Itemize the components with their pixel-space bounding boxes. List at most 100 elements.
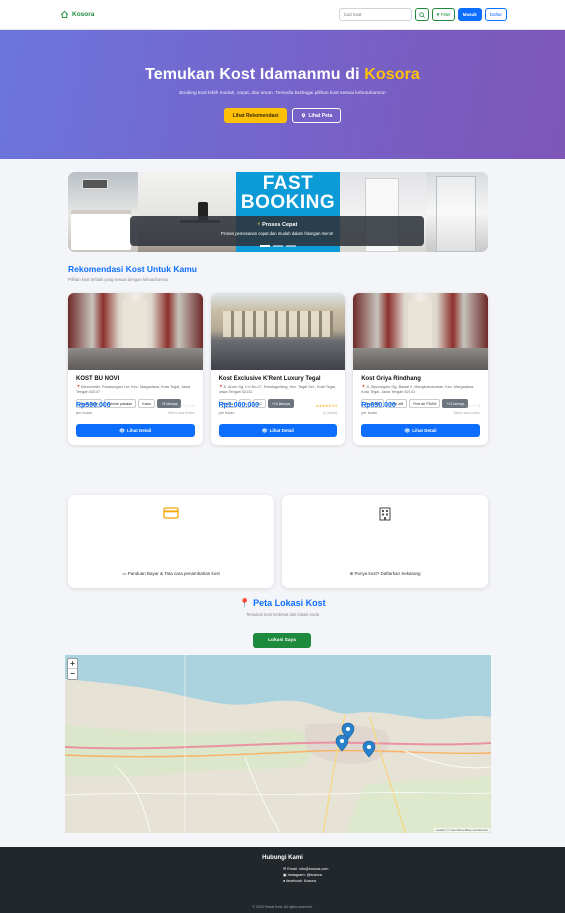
kost-card: KOST BU NOVI 📍Kebonmiter, Panarungan Lor… xyxy=(68,293,203,445)
view-detail-label: Lihat Detail xyxy=(127,428,152,433)
caption-text: Proses pemesanan cepat dan mudah dalam h… xyxy=(221,231,333,236)
payment-guide-label: Panduan Bayar & Tata cara penambahan kos… xyxy=(127,571,220,576)
star-rating: ☆☆☆☆☆ 0 xyxy=(461,404,480,408)
register-button[interactable]: Daftar xyxy=(484,8,507,21)
kost-address: 📍Kebonmiter, Panarungan Lor, Kec. Margad… xyxy=(76,385,195,395)
recommendations-title: Rekomendasi Kost Untuk Kamu xyxy=(68,264,197,274)
contact-instagram-text: Instagram: @kosora xyxy=(287,873,322,878)
banner-line-1: FAST xyxy=(262,173,314,194)
login-button[interactable]: Masuk xyxy=(457,8,482,21)
facebook-icon: ● xyxy=(283,879,286,884)
filter-icon xyxy=(435,13,440,16)
more-facilities-tag: +10 lainnya xyxy=(267,399,294,408)
payment-guide-card[interactable]: ▭ Panduan Bayar & Tata cara penambahan k… xyxy=(68,495,274,588)
lightning-icon: ⚡ xyxy=(256,222,261,228)
kost-price: Rp500.000 xyxy=(76,402,111,409)
map-pin-icon: 📍 xyxy=(239,598,251,608)
kost-name: Kost Exclusive K'Rent Luxury Tegal xyxy=(218,376,321,382)
price-period: per bulan xyxy=(218,411,235,415)
carousel-slide-bathroom xyxy=(426,172,488,252)
map-pin-icon xyxy=(302,113,306,118)
hero-title-prefix: Temukan Kost Idamanmu di xyxy=(145,66,365,83)
kost-name: KOST BU NOVI xyxy=(76,376,120,382)
kost-photo[interactable] xyxy=(210,293,346,370)
credit-card-icon xyxy=(163,507,179,519)
map-section-title: 📍 Peta Lokasi Kost xyxy=(0,598,565,609)
hero-subtitle: Booking kost lebih mudah, cepat, dan ama… xyxy=(179,91,386,96)
view-map-button[interactable]: Lihat Peta xyxy=(292,108,342,123)
kost-address-text: Jl. Arum Gg. II Ir.No.27, Randugunting, … xyxy=(218,385,336,394)
contact-email-text: Email: info@kosora.com xyxy=(287,867,329,871)
search-input[interactable] xyxy=(338,8,412,21)
map-section-subtitle: Temukan kost terdekat dari lokasi Anda xyxy=(246,612,319,617)
kost-card: Kost Griya Rindhang 📍Jl. Diponegoro Gg. … xyxy=(353,293,488,445)
zoom-in-button[interactable]: + xyxy=(68,659,77,669)
map-title-text: Peta Lokasi Kost xyxy=(253,598,326,608)
hero-actions: Lihat Rekomendasi Lihat Peta xyxy=(0,108,565,123)
kost-address: 📍Jl. Arum Gg. II Ir.No.27, Randugunting,… xyxy=(219,385,338,395)
email-icon: ✉ xyxy=(283,867,287,871)
shower-image xyxy=(436,176,476,252)
kost-card: Kost Exclusive K'Rent Luxury Tegal 📍Jl. … xyxy=(210,293,346,445)
carousel-indicator[interactable] xyxy=(260,245,270,247)
facility-tag: Free air PDAM xyxy=(409,399,441,408)
wall-frame xyxy=(82,179,108,189)
footer: Hubungi Kami ✉ Email: info@kosora.com ▣ … xyxy=(0,847,565,913)
review-count: Belum ada review xyxy=(453,411,480,415)
map-attribution[interactable]: Leaflet | © OpenStreetMap contributors xyxy=(433,828,490,832)
eye-icon: 👁 xyxy=(404,427,411,433)
star-rating: ☆☆☆☆☆ 0 xyxy=(175,404,195,408)
register-kost-card[interactable]: ⊕ Punya kost? Daftarkan Sekarang xyxy=(282,495,488,588)
filter-button[interactable]: Filter xyxy=(431,8,455,21)
hero-banner: Temukan Kost Idamanmu di Kosora Booking … xyxy=(0,30,565,159)
view-recommendations-button[interactable]: Lihat Rekomendasi xyxy=(223,108,288,123)
search-icon xyxy=(419,11,425,18)
brand-logo[interactable]: Kosora xyxy=(60,10,94,19)
instagram-icon: ▣ xyxy=(283,873,287,878)
star-rating: ★★★★★ 5.0 xyxy=(315,404,338,408)
caption-title-text: Proses Cepat xyxy=(262,222,298,228)
view-map-label: Lihat Peta xyxy=(308,112,333,119)
view-detail-button[interactable]: 👁 Lihat Detail xyxy=(361,424,480,437)
caption-title: ⚡ Proses Cepat xyxy=(130,222,424,228)
kost-address-text: Jl. Diponegoro Gg. Bawal 2, Mangkukusuma… xyxy=(361,385,475,394)
carousel-indicator[interactable] xyxy=(286,245,296,247)
hero-title-accent: Kosora xyxy=(364,66,420,83)
nav-actions: Filter Masuk Daftar xyxy=(338,8,507,21)
map-tiles xyxy=(65,655,491,833)
view-detail-label: Lihat Detail xyxy=(269,428,294,433)
map-zoom-control: + − xyxy=(67,658,78,680)
filter-label: Filter xyxy=(440,12,451,17)
contact-list: ✉ Email: info@kosora.com ▣ Instagram: @k… xyxy=(283,866,328,885)
zoom-out-button[interactable]: − xyxy=(68,669,77,679)
price-period: per bulan xyxy=(361,411,378,415)
kost-price: Rp1.000.000 xyxy=(218,402,260,409)
review-count: Belum ada review xyxy=(168,411,195,415)
carousel-indicator[interactable] xyxy=(273,245,283,247)
kost-map[interactable]: + − Leaflet | © OpenStreetMap contributo… xyxy=(65,655,491,833)
kost-address-text: Kebonmiter, Panarungan Lor, Kec. Margada… xyxy=(76,385,191,394)
hero-title: Temukan Kost Idamanmu di Kosora xyxy=(0,66,565,84)
view-detail-button[interactable]: 👁 Lihat Detail xyxy=(218,424,338,437)
review-count: (1 review) xyxy=(322,411,338,415)
kost-photo[interactable] xyxy=(353,293,488,370)
contact-facebook[interactable]: ● facebook: Kosora xyxy=(283,878,328,884)
payment-guide-text: ▭ Panduan Bayar & Tata cara penambahan k… xyxy=(122,571,220,576)
kost-card-list: KOST BU NOVI 📍Kebonmiter, Panarungan Lor… xyxy=(68,293,488,445)
kost-photo[interactable] xyxy=(68,293,203,370)
eye-icon: 👁 xyxy=(261,427,268,433)
footer-heading: Hubungi Kami xyxy=(262,855,303,861)
register-kost-text: ⊕ Punya kost? Daftarkan Sekarang xyxy=(349,571,421,576)
carousel-indicators xyxy=(68,245,488,247)
my-location-button[interactable]: Lokasi Saya xyxy=(253,633,311,648)
view-detail-label: Lihat Detail xyxy=(412,428,437,433)
recommendations-subtitle: Pilihan kost terbaik yang sesuai dengan … xyxy=(68,277,169,282)
kost-address: 📍Jl. Diponegoro Gg. Bawal 2, Mangkukusum… xyxy=(361,385,480,395)
home-icon xyxy=(60,10,69,19)
contact-facebook-text: facebook: Kosora xyxy=(286,879,316,884)
promo-carousel[interactable]: FAST BOOKING ⚡ Proses Cepat Proses pemes… xyxy=(68,172,488,252)
register-kost-label: Punya kost? Daftarkan Sekarang xyxy=(354,571,421,576)
search-button[interactable] xyxy=(414,8,429,21)
kost-name: Kost Griya Rindhang xyxy=(361,376,421,382)
view-detail-button[interactable]: 👁 Lihat Detail xyxy=(76,424,195,437)
